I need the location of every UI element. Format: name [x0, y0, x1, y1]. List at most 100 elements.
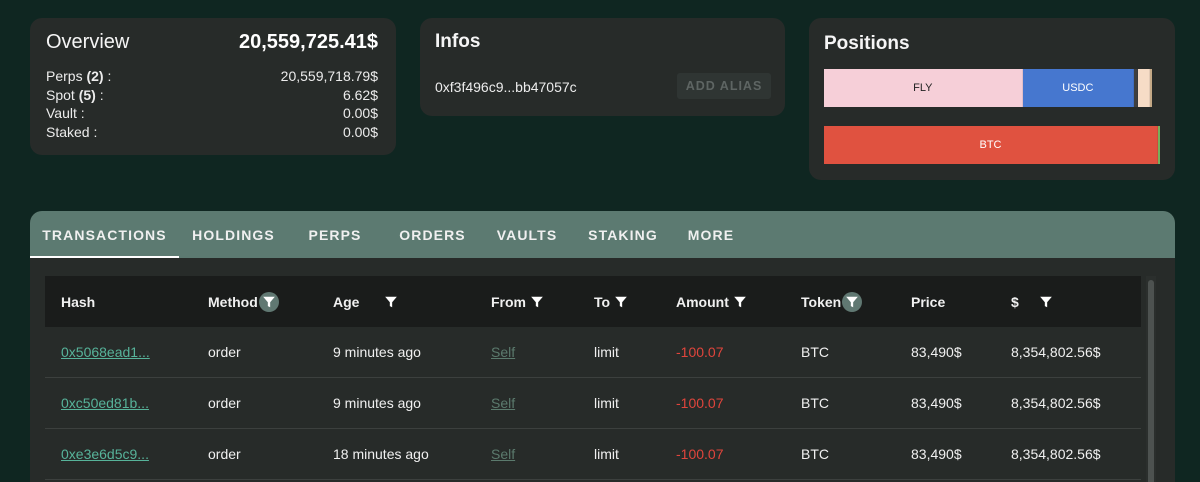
cell-method: order	[208, 395, 241, 411]
table-header: Hash Method Age From To Amount Token Price $	[45, 276, 1141, 327]
overview-row-label: Vault :	[46, 105, 85, 121]
overview-row-perps: Perps (2) : 20,559,718.79$	[46, 67, 378, 86]
column-header-to[interactable]: To	[594, 292, 631, 312]
filter-icon[interactable]	[842, 291, 863, 312]
column-label: To	[594, 293, 611, 310]
column-header-hash[interactable]: Hash	[61, 294, 95, 310]
filter-icon[interactable]	[611, 292, 631, 312]
spot-positions-bar: FLY USDC	[824, 69, 1160, 107]
tab-more[interactable]: MORE	[675, 211, 747, 258]
table-row: 0xc50ed81b... order 9 minutes ago Self limit…	[45, 378, 1141, 429]
column-header-method[interactable]: Method	[208, 291, 279, 312]
column-label: From	[491, 293, 526, 310]
add-alias-button[interactable]: ADD ALIAS	[677, 73, 771, 99]
positions-card: Positions FLY USDC BTC	[809, 18, 1175, 180]
spot-bar-segment[interactable]	[1149, 69, 1153, 107]
row-label-text: Perps	[46, 68, 83, 84]
spot-bar-segment[interactable]	[1137, 69, 1150, 107]
filter-icon[interactable]	[1036, 292, 1056, 312]
cell-hash-link[interactable]: 0xe3e6d5c9...	[61, 446, 149, 462]
column-label: Amount	[676, 293, 729, 310]
tab-bar: TRANSACTIONS HOLDINGS PERPS ORDERS VAULTS STA…	[30, 211, 1175, 258]
column-label: Hash	[61, 293, 96, 310]
tab-perps[interactable]: PERPS	[288, 211, 382, 258]
cell-method: order	[208, 446, 241, 462]
tab-vaults[interactable]: VAULTS	[483, 211, 571, 258]
cell-hash-link[interactable]: 0xc50ed81b...	[61, 395, 149, 411]
overview-rows: Perps (2) : 20,559,718.79$ Spot (5) : 6.…	[46, 67, 378, 141]
column-label: Token	[801, 293, 842, 310]
perps-positions-bar: BTC	[824, 126, 1160, 164]
cell-usd: 8,354,802.56$	[1011, 446, 1101, 462]
cell-age: 9 minutes ago	[333, 395, 421, 411]
perps-bar-segment[interactable]: BTC	[824, 126, 1158, 164]
filter-icon[interactable]	[381, 292, 401, 312]
overview-row-value: 0.00$	[342, 105, 378, 121]
column-header-usd[interactable]: $	[1011, 292, 1056, 312]
spot-bar-segment[interactable]: USDC	[1022, 69, 1135, 107]
cell-amount: -100.07	[676, 446, 724, 462]
cell-from-link[interactable]: Self	[491, 395, 515, 411]
scrollbar-thumb[interactable]	[1148, 280, 1154, 482]
column-label: Age	[333, 293, 360, 310]
column-label: Price	[911, 293, 946, 310]
filter-icon[interactable]	[258, 291, 279, 312]
column-label: Method	[208, 293, 258, 310]
cell-token: BTC	[801, 395, 829, 411]
row-count: (2)	[86, 68, 104, 84]
transactions-panel: TRANSACTIONS HOLDINGS PERPS ORDERS VAULTS STA…	[30, 211, 1175, 482]
cell-hash-link[interactable]: 0x5068ead1...	[61, 344, 150, 360]
row-count: (5)	[78, 86, 96, 103]
row-label-text: Spot	[46, 86, 75, 103]
transactions-table: Hash Method Age From To Amount Token Price $ 0x5…	[45, 276, 1141, 482]
cell-price: 83,490$	[911, 446, 962, 462]
cell-age: 18 minutes ago	[333, 446, 429, 462]
segment-label: USDC	[1062, 82, 1094, 94]
table-scrollbar[interactable]	[1146, 276, 1156, 482]
row-suffix: :	[95, 86, 104, 103]
overview-card: Overview 20,559,725.41$ Perps (2) : 20,5…	[30, 18, 396, 155]
overview-total: 20,559,725.41$	[238, 31, 378, 53]
tab-holdings[interactable]: HOLDINGS	[179, 211, 288, 258]
overview-row-label: Perps (2) :	[46, 67, 111, 86]
overview-row-label: Spot (5) :	[46, 86, 104, 105]
segment-label: FLY	[913, 82, 933, 94]
spot-bar-segment[interactable]: FLY	[824, 69, 1023, 107]
overview-title: Overview	[46, 31, 130, 53]
infos-title: Infos	[435, 31, 481, 52]
tab-staking[interactable]: STAKING	[571, 211, 675, 258]
table-row: 0x5068ead1... order 9 minutes ago Self limit…	[45, 327, 1141, 378]
overview-row-staked: Staked : 0.00$	[46, 123, 378, 142]
perps-bar-segment[interactable]	[1157, 126, 1160, 164]
cell-amount: -100.07	[676, 395, 724, 411]
cell-from-link[interactable]: Self	[491, 344, 515, 360]
column-header-from[interactable]: From	[491, 292, 547, 312]
cell-amount: -100.07	[676, 344, 724, 360]
column-header-token[interactable]: Token	[801, 291, 863, 312]
overview-row-value: 20,559,718.79$	[280, 68, 378, 84]
tab-transactions[interactable]: TRANSACTIONS	[30, 211, 179, 258]
cell-method: order	[208, 344, 241, 360]
positions-title: Positions	[824, 33, 910, 54]
cell-to: limit	[594, 395, 619, 411]
cell-token: BTC	[801, 446, 829, 462]
table-body: 0x5068ead1... order 9 minutes ago Self limit…	[45, 327, 1141, 480]
cell-usd: 8,354,802.56$	[1011, 344, 1101, 360]
column-header-amount[interactable]: Amount	[676, 292, 750, 312]
overview-row-value: 0.00$	[342, 123, 378, 140]
overview-row-spot: Spot (5) : 6.62$	[46, 86, 378, 105]
wallet-address: 0xf3f496c9...bb47057c	[435, 79, 577, 95]
cell-to: limit	[594, 446, 619, 462]
column-header-age[interactable]: Age	[333, 292, 401, 312]
overview-row-label: Staked :	[46, 123, 98, 140]
segment-label: BTC	[979, 139, 1002, 151]
filter-icon[interactable]	[527, 292, 547, 312]
column-label: $	[1011, 293, 1019, 310]
cell-age: 9 minutes ago	[333, 344, 421, 360]
cell-from-link[interactable]: Self	[491, 446, 515, 462]
cell-price: 83,490$	[911, 344, 962, 360]
cell-to: limit	[594, 344, 619, 360]
column-header-price[interactable]: Price	[911, 294, 945, 310]
tab-orders[interactable]: ORDERS	[382, 211, 483, 258]
filter-icon[interactable]	[730, 292, 750, 312]
